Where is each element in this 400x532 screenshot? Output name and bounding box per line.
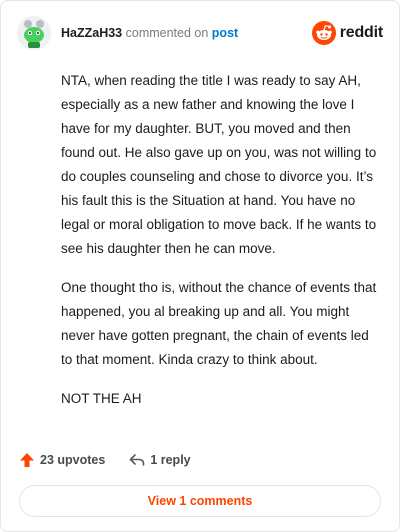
comment-actions: 23 upvotes 1 reply bbox=[19, 449, 191, 471]
upvote-button[interactable]: 23 upvotes bbox=[19, 452, 105, 468]
reply-arrow-icon bbox=[130, 454, 145, 466]
comment-body: NTA, when reading the title I was ready … bbox=[61, 69, 377, 426]
upvote-count: 23 upvotes bbox=[40, 453, 106, 467]
view-comments-button[interactable]: View 1 comments bbox=[19, 485, 381, 517]
upvote-arrow-icon bbox=[20, 453, 34, 467]
comment-header: HaZZaH33 commented on post reddit bbox=[17, 15, 383, 51]
comment-meta: HaZZaH33 commented on post bbox=[61, 26, 238, 40]
reply-button[interactable]: 1 reply bbox=[129, 452, 191, 468]
comment-card: HaZZaH33 commented on post reddit NTA, w… bbox=[0, 0, 400, 532]
username[interactable]: HaZZaH33 bbox=[61, 26, 122, 40]
reply-count: 1 reply bbox=[150, 453, 191, 467]
snoo-avatar-icon bbox=[17, 16, 51, 50]
comment-paragraph: One thought tho is, without the chance o… bbox=[61, 280, 377, 367]
post-link[interactable]: post bbox=[212, 26, 238, 40]
comment-paragraph: NOT THE AH bbox=[61, 391, 142, 406]
reddit-logo-icon bbox=[311, 21, 336, 45]
avatar[interactable] bbox=[17, 16, 51, 50]
commented-on-text: commented on bbox=[125, 26, 209, 40]
comment-paragraph: NTA, when reading the title I was ready … bbox=[61, 73, 377, 256]
reddit-brand[interactable]: reddit bbox=[311, 21, 383, 45]
reddit-wordmark: reddit bbox=[339, 24, 383, 41]
